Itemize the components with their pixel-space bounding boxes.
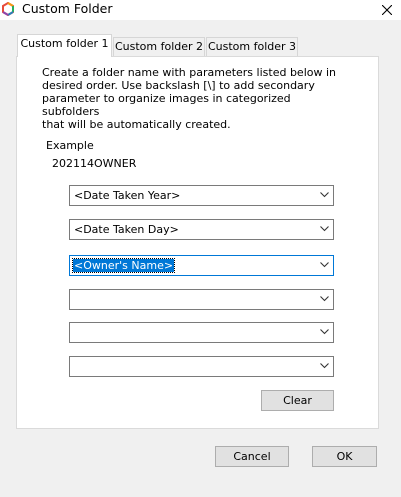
chevron-down-icon	[320, 262, 329, 268]
parameter-dropdown-4[interactable]	[69, 289, 334, 310]
parameter-dropdown-2[interactable]: <Date Taken Day>	[69, 219, 334, 240]
dropdown-value: <Owner's Name>	[71, 258, 176, 273]
app-logo-icon	[1, 1, 15, 17]
dropdown-value: <Date Taken Day>	[74, 223, 179, 236]
close-icon	[381, 4, 392, 15]
cancel-button[interactable]: Cancel	[215, 446, 289, 467]
chevron-down-icon	[320, 329, 329, 335]
example-label: Example	[46, 139, 94, 152]
window-title: Custom Folder	[22, 1, 113, 16]
dropdown-value: <Date Taken Year>	[74, 189, 181, 202]
close-button[interactable]	[372, 0, 401, 19]
tab-label: Custom folder 3	[207, 40, 297, 53]
chevron-down-icon	[320, 296, 329, 302]
example-value: 202114OWNER	[52, 157, 137, 170]
chevron-down-icon	[320, 226, 329, 232]
parameter-dropdown-1[interactable]: <Date Taken Year>	[69, 185, 334, 206]
ok-button-label: OK	[336, 450, 353, 463]
chevron-down-icon	[320, 192, 329, 198]
clear-button-label: Clear	[283, 394, 312, 407]
tab-label: Custom folder 1	[20, 37, 109, 50]
chevron-down-icon	[320, 363, 329, 369]
description-text: Create a folder name with parameters lis…	[42, 66, 336, 131]
cancel-button-label: Cancel	[233, 450, 271, 463]
tab-custom-folder-1[interactable]: Custom folder 1	[17, 34, 112, 57]
tab-custom-folder-3[interactable]: Custom folder 3	[206, 37, 298, 56]
tab-custom-folder-2[interactable]: Custom folder 2	[113, 37, 205, 56]
title-bar: Custom Folder	[0, 0, 401, 20]
clear-button[interactable]: Clear	[261, 390, 334, 411]
parameter-dropdown-6[interactable]	[69, 356, 334, 377]
parameter-dropdown-5[interactable]	[69, 322, 334, 343]
parameter-dropdown-3[interactable]: <Owner's Name>	[69, 255, 334, 276]
ok-button[interactable]: OK	[312, 446, 377, 467]
tab-label: Custom folder 2	[114, 40, 204, 53]
